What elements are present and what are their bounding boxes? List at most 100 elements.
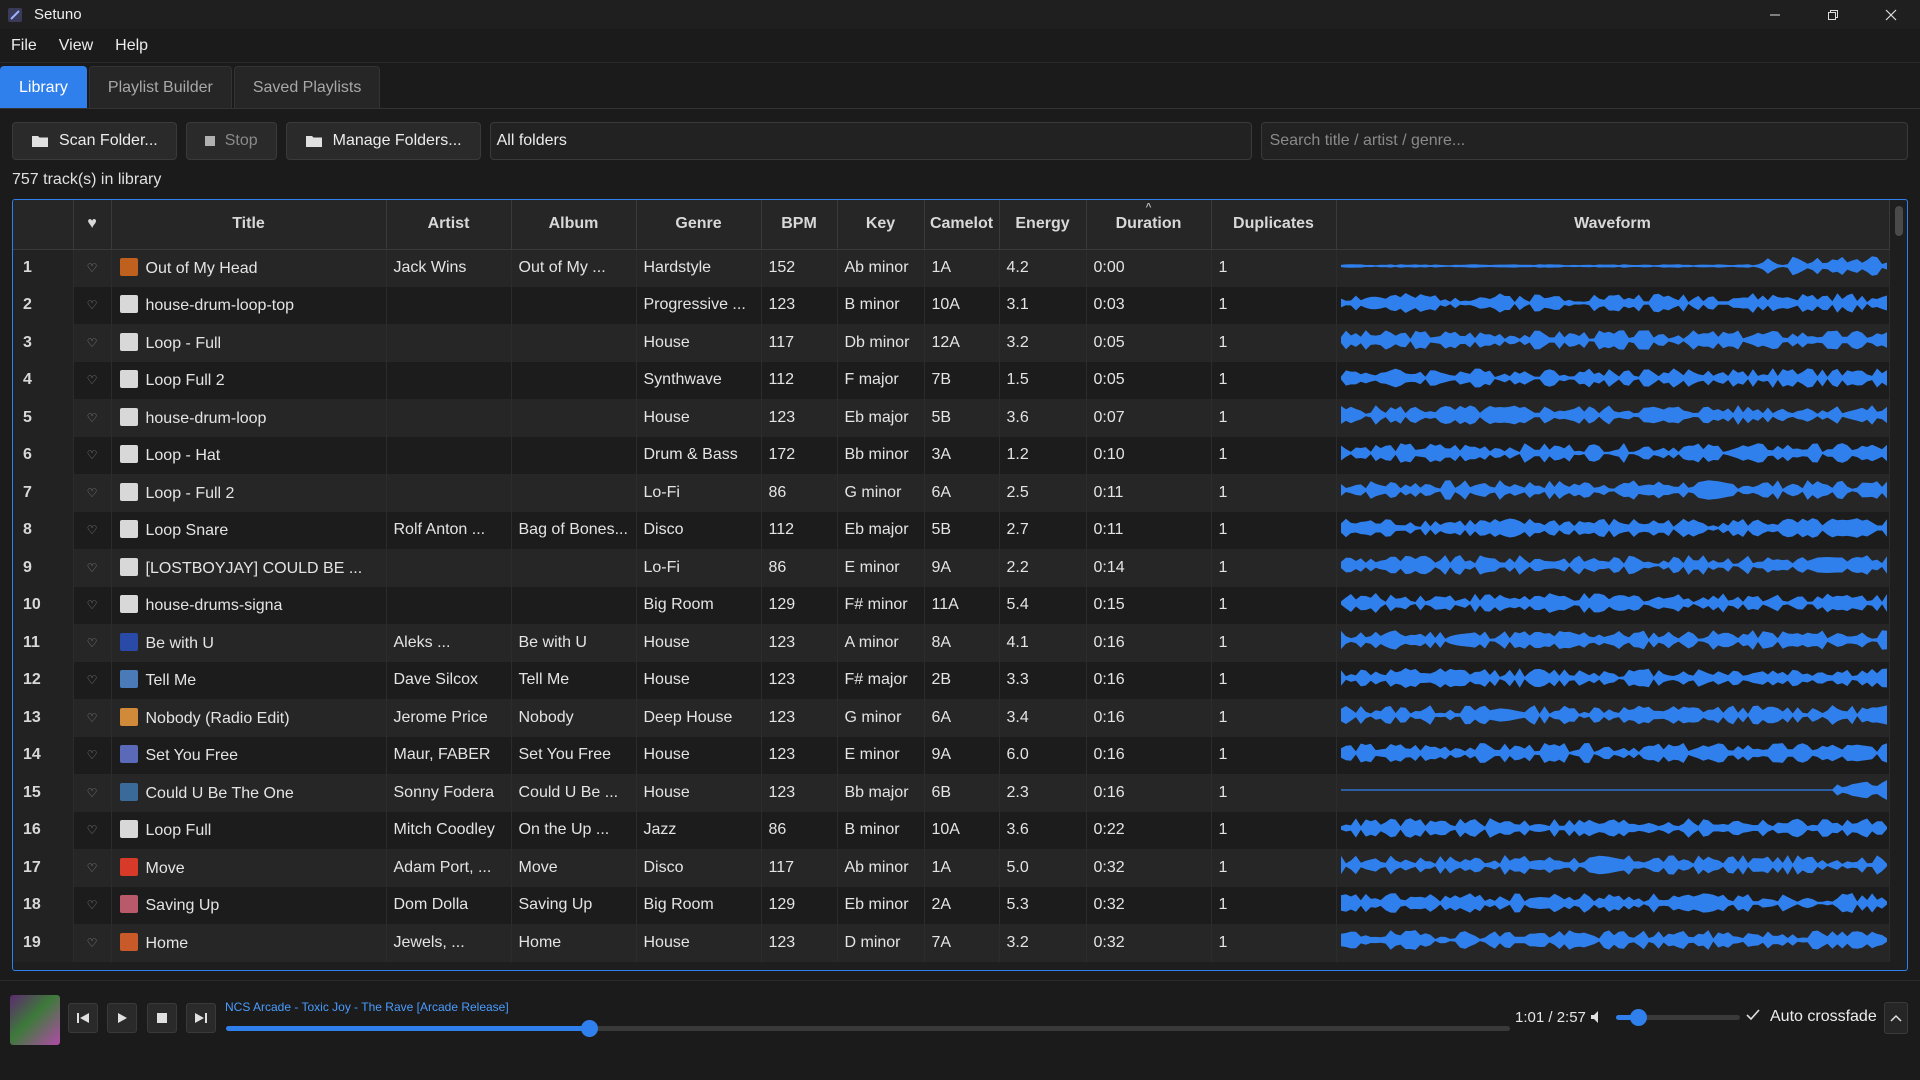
play-icon [118, 1013, 127, 1023]
scan-folder-button[interactable]: Scan Folder... [12, 122, 177, 160]
column-header-title[interactable]: Title [111, 200, 387, 250]
heart-icon[interactable]: ♡ [73, 474, 112, 512]
scrollbar-thumb[interactable] [1895, 206, 1903, 236]
close-button[interactable] [1862, 0, 1920, 29]
expand-player-button[interactable] [1884, 1002, 1908, 1034]
cell-bpm: 123 [761, 399, 838, 437]
table-row[interactable]: 12 ♡ Tell Me Dave Silcox Tell Me House 123 F# m… [13, 661, 1890, 699]
tab-saved-playlists[interactable]: Saved Playlists [233, 66, 381, 108]
heart-icon[interactable]: ♡ [73, 736, 112, 774]
heart-icon[interactable]: ♡ [73, 586, 112, 624]
cell-duration: 0:10 [1086, 436, 1212, 474]
column-header-duplicates[interactable]: Duplicates [1211, 200, 1337, 250]
volume-icon[interactable] [1590, 1010, 1604, 1029]
heart-icon[interactable]: ♡ [73, 774, 112, 812]
column-header-waveform[interactable]: Waveform [1336, 200, 1890, 250]
cell-genre: Progressive ... [636, 286, 762, 324]
heart-icon[interactable]: ♡ [73, 324, 112, 362]
column-header-bpm[interactable]: BPM [761, 200, 838, 250]
folder-icon [305, 134, 323, 148]
column-header-duration[interactable]: ^ Duration [1086, 200, 1212, 250]
table-row[interactable]: 5 ♡ house-drum-loop House 123 Eb major 5B 3.6 0:… [13, 399, 1890, 437]
cell-camelot: 5B [924, 511, 1000, 549]
table-row[interactable]: 11 ♡ Be with U Aleks ... Be with U House 123 A … [13, 624, 1890, 662]
cell-camelot: 2A [924, 886, 1000, 924]
next-button[interactable] [186, 1003, 216, 1033]
heart-icon[interactable]: ♡ [73, 549, 112, 587]
table-row[interactable]: 10 ♡ house-drums-signa Big Room 129 F# minor 1… [13, 586, 1890, 624]
heart-icon[interactable]: ♡ [73, 286, 112, 324]
cell-album: Home [511, 924, 637, 962]
cell-key: Eb major [837, 399, 925, 437]
table-row[interactable]: 9 ♡ [LOSTBOYJAY] COULD BE ... Lo-Fi 86 E mino… [13, 549, 1890, 587]
cell-genre: Big Room [636, 586, 762, 624]
column-header-artist[interactable]: Artist [386, 200, 512, 250]
table-row[interactable]: 19 ♡ Home Jewels, ... Home House 123 D minor 7A 3… [13, 924, 1890, 962]
column-header-genre[interactable]: Genre [636, 200, 762, 250]
heart-icon[interactable]: ♡ [73, 811, 112, 849]
column-header-row-number[interactable] [13, 200, 74, 250]
cell-artist: Aleks ... [386, 624, 512, 662]
stop-playback-button[interactable] [147, 1003, 177, 1033]
track-title: Nobody (Radio Edit) [145, 709, 290, 727]
table-row[interactable]: 14 ♡ Set You Free Maur, FABER Set You Free Ho… [13, 736, 1890, 774]
table-row[interactable]: 1 ♡ Out of My Head Jack Wins Out of My ... Ha… [13, 249, 1890, 287]
menu-help[interactable]: Help [104, 37, 159, 55]
previous-button[interactable] [68, 1003, 98, 1033]
now-playing-title[interactable]: NCS Arcade - Toxic Joy - The Rave [Arcad… [225, 1000, 509, 1014]
stop-icon [157, 1013, 167, 1023]
column-header-favorite[interactable]: ♥ [73, 200, 112, 250]
table-row[interactable]: 13 ♡ Nobody (Radio Edit) Jerome Price Nobody… [13, 699, 1890, 737]
table-row[interactable]: 18 ♡ Saving Up Dom Dolla Saving Up Big Room 12… [13, 886, 1890, 924]
column-header-camelot[interactable]: Camelot [924, 200, 1000, 250]
title-bar: Setuno [0, 0, 1920, 29]
table-row[interactable]: 3 ♡ Loop - Full House 117 Db minor 12A 3.2 0:05 1 [13, 324, 1890, 362]
heart-icon[interactable]: ♡ [73, 886, 112, 924]
heart-icon[interactable]: ♡ [73, 661, 112, 699]
restore-button[interactable] [1804, 0, 1862, 29]
auto-crossfade-toggle[interactable]: Auto crossfade [1746, 1008, 1877, 1026]
tab-library[interactable]: Library [0, 66, 87, 108]
heart-icon[interactable]: ♡ [73, 399, 112, 437]
stop-button[interactable]: Stop [185, 122, 277, 160]
table-row[interactable]: 16 ♡ Loop Full Mitch Coodley On the Up ... Ja… [13, 811, 1890, 849]
track-title: Loop Full 2 [145, 372, 225, 390]
app-icon [6, 6, 24, 24]
cell-bpm: 123 [761, 661, 838, 699]
track-thumbnail [119, 857, 138, 876]
heart-icon[interactable]: ♡ [73, 436, 112, 474]
manage-folders-button[interactable]: Manage Folders... [285, 122, 481, 160]
table-row[interactable]: 2 ♡ house-drum-loop-top Progressive ... 123 B… [13, 286, 1890, 324]
column-header-album[interactable]: Album [511, 200, 637, 250]
heart-icon[interactable]: ♡ [73, 361, 112, 399]
heart-icon[interactable]: ♡ [73, 699, 112, 737]
play-button[interactable] [107, 1003, 137, 1033]
table-row[interactable]: 7 ♡ Loop - Full 2 Lo-Fi 86 G minor 6A 2.5 0:11 1 [13, 474, 1890, 512]
vertical-scrollbar[interactable] [1893, 206, 1903, 966]
heart-icon[interactable]: ♡ [73, 249, 112, 287]
heart-icon[interactable]: ♡ [73, 511, 112, 549]
track-title: house-drums-signa [145, 597, 283, 615]
column-header-key[interactable]: Key [837, 200, 925, 250]
search-input[interactable] [1260, 122, 1908, 160]
tab-playlist-builder[interactable]: Playlist Builder [88, 66, 232, 108]
table-row[interactable]: 8 ♡ Loop Snare Rolf Anton ... Bag of Bones..… [13, 511, 1890, 549]
menu-file[interactable]: File [0, 37, 48, 55]
table-row[interactable]: 6 ♡ Loop - Hat Drum & Bass 172 Bb minor 3A 1.2 0… [13, 436, 1890, 474]
heart-icon[interactable]: ♡ [73, 624, 112, 662]
track-title: Be with U [145, 634, 214, 652]
table-row[interactable]: 15 ♡ Could U Be The One Sonny Fodera Could U… [13, 774, 1890, 812]
table-row[interactable]: 4 ♡ Loop Full 2 Synthwave 112 F major 7B 1.5 0:0… [13, 361, 1890, 399]
heart-icon[interactable]: ♡ [73, 924, 112, 962]
album-cover [10, 995, 60, 1045]
folder-filter-select[interactable]: All folders [489, 122, 1252, 160]
progress-slider[interactable] [226, 1020, 1510, 1037]
cell-genre: Disco [636, 849, 762, 887]
heart-icon[interactable]: ♡ [73, 849, 112, 887]
volume-slider[interactable] [1616, 1009, 1740, 1026]
column-header-energy[interactable]: Energy [999, 200, 1087, 250]
minimize-button[interactable] [1746, 0, 1804, 29]
menu-view[interactable]: View [48, 37, 104, 55]
table-row[interactable]: 17 ♡ Move Adam Port, ... Move Disco 117 Ab mino… [13, 849, 1890, 887]
cell-genre: Jazz [636, 811, 762, 849]
